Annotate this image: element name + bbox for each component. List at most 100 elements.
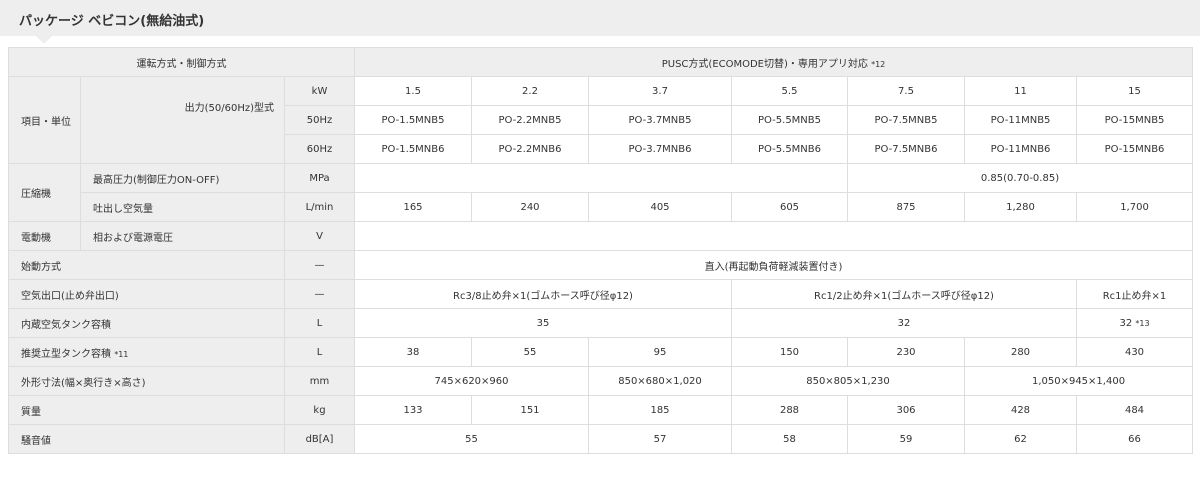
noise-cell: 62	[964, 424, 1077, 454]
max-pressure-unit: MPa	[284, 163, 355, 193]
tank-volume-cell: 32	[731, 308, 1077, 338]
noise-cell: 66	[1075, 424, 1194, 454]
row-drive-method: 運転方式・制御方式 PUSC方式(ECOMODE切替)・専用アプリ対応 *12	[8, 47, 1194, 77]
section-title: パッケージ ベビコン(無給油式)	[19, 14, 205, 29]
dimensions-unit: mm	[284, 366, 355, 396]
mass-cell: 306	[847, 395, 965, 425]
row-air-delivery: 吐出し空気量 L/min 165 240 405 605 875 1,280 1…	[9, 192, 1194, 222]
model-60hz-cell: PO-1.5MNB6	[354, 134, 472, 164]
air-delivery-cell: 165	[354, 192, 472, 222]
air-delivery-cell: 405	[588, 192, 732, 222]
tank-volume-label: 内蔵空気タンク容積	[8, 308, 285, 338]
recommended-tank-cell: 230	[847, 337, 965, 367]
model-60hz-cell: PO-5.5MNB6	[731, 134, 848, 164]
air-outlet-unit: —	[284, 279, 355, 309]
row-mass: 質量 kg 133 151 185 288 306 428 484	[8, 395, 1194, 425]
recommended-tank-label: 推奨立型タンク容積 *11	[8, 337, 285, 367]
unit-50hz: 50Hz	[284, 105, 355, 135]
noise-cell: 57	[588, 424, 732, 454]
model-50hz-cell: PO-1.5MNB5	[354, 105, 472, 135]
model-50hz-cell: PO-11MNB5	[964, 105, 1077, 135]
unit-kw: kW	[284, 76, 355, 106]
recommended-tank-cell: 430	[1075, 337, 1194, 367]
model-60hz-cell: PO-15MNB6	[1075, 134, 1194, 164]
air-delivery-cell: 1,280	[964, 192, 1077, 222]
tank-volume-cell: 35	[354, 308, 732, 338]
model-50hz-cell: PO-5.5MNB5	[731, 105, 848, 135]
output-model-label: 出力(50/60Hz)型式	[80, 76, 285, 164]
drive-method-text: PUSC方式(ECOMODE切替)・専用アプリ対応	[661, 58, 868, 70]
kw-cell: 1.5	[354, 76, 472, 106]
motor-value	[353, 221, 1194, 251]
drive-method-value: PUSC方式(ECOMODE切替)・専用アプリ対応 *12	[353, 47, 1194, 77]
unit-60hz: 60Hz	[284, 134, 355, 164]
model-50hz-cell: PO-3.7MNB5	[588, 105, 732, 135]
max-pressure-value: 0.85(0.70-0.85)	[846, 163, 1194, 193]
mass-unit: kg	[284, 395, 355, 425]
model-50hz-cell: PO-7.5MNB5	[847, 105, 965, 135]
mass-cell: 185	[588, 395, 732, 425]
row-max-pressure: 圧縮機 最高圧力(制御圧力ON-OFF) MPa 0.85(0.70-0.85)	[8, 163, 1194, 222]
row-recommended-tank: 推奨立型タンク容積 *11 L 38 55 95 150 230 280 430	[8, 337, 1194, 367]
dimensions-cell: 1,050×945×1,400	[963, 366, 1194, 396]
model-50hz-cell: PO-15MNB5	[1075, 105, 1194, 135]
recommended-tank-unit: L	[284, 337, 355, 367]
noise-cell: 58	[731, 424, 848, 454]
motor-label: 電動機	[8, 221, 81, 251]
air-outlet-cell: Rc1/2止め弁×1(ゴムホース呼び径φ12)	[731, 279, 1077, 309]
tank-volume-cell-last: 32 *13	[1075, 308, 1194, 338]
air-delivery-cell: 240	[471, 192, 589, 222]
kw-cell: 11	[964, 76, 1077, 106]
model-60hz-cell: PO-2.2MNB6	[471, 134, 589, 164]
recommended-tank-cell: 55	[471, 337, 589, 367]
row-noise: 騒音値 dB[A] 55 57 58 59 62 66	[8, 424, 1194, 454]
row-tank-volume: 内蔵空気タンク容積 L 35 32 32 *13	[8, 308, 1194, 338]
spec-table: 運転方式・制御方式 PUSC方式(ECOMODE切替)・専用アプリ対応 *12 …	[8, 47, 1194, 454]
start-method-unit: —	[284, 250, 355, 280]
noise-cell: 55	[354, 424, 589, 454]
model-60hz-cell: PO-11MNB6	[964, 134, 1077, 164]
start-method-label: 始動方式	[8, 250, 285, 280]
kw-cell: 5.5	[731, 76, 848, 106]
mass-cell: 288	[731, 395, 848, 425]
item-unit-label: 項目・単位	[8, 76, 81, 164]
row-air-outlet: 空気出口(止め弁出口) — Rc3/8止め弁×1(ゴムホース呼び径φ12) Rc…	[8, 279, 1194, 309]
start-method-value: 直入(再起動負荷軽減装置付き)	[353, 250, 1194, 280]
recommended-tank-text: 推奨立型タンク容積	[21, 348, 111, 360]
motor-unit: V	[284, 221, 355, 251]
drive-method-label: 運転方式・制御方式	[8, 47, 355, 77]
air-outlet-cell: Rc3/8止め弁×1(ゴムホース呼び径φ12)	[354, 279, 732, 309]
recommended-tank-cell: 38	[354, 337, 472, 367]
air-delivery-label: 吐出し空気量	[80, 192, 285, 222]
kw-cell: 3.7	[588, 76, 732, 106]
row-dimensions: 外形寸法(幅×奥行き×高さ) mm 745×620×960 850×680×1,…	[8, 366, 1194, 396]
compressor-label: 圧縮機	[8, 163, 81, 222]
max-pressure-blank	[354, 163, 848, 193]
model-60hz-cell: PO-3.7MNB6	[588, 134, 732, 164]
mass-label: 質量	[8, 395, 285, 425]
row-kw: 項目・単位 出力(50/60Hz)型式 kW 1.5 2.2 3.7 5.5 7…	[8, 76, 1194, 164]
section-title-bar: パッケージ ベビコン(無給油式)	[0, 0, 1200, 36]
tank-volume-unit: L	[284, 308, 355, 338]
motor-voltage-label: 相および電源電圧	[80, 221, 285, 251]
air-delivery-cell: 1,700	[1075, 192, 1194, 222]
recommended-tank-cell: 95	[588, 337, 732, 367]
dimensions-cell: 745×620×960	[354, 366, 589, 396]
tank-volume-note: *13	[1135, 318, 1150, 328]
row-motor: 電動機 相および電源電圧 V	[8, 221, 1194, 251]
model-50hz-cell: PO-2.2MNB5	[471, 105, 589, 135]
row-start-method: 始動方式 — 直入(再起動負荷軽減装置付き)	[8, 250, 1194, 280]
max-pressure-label: 最高圧力(制御圧力ON-OFF)	[80, 163, 285, 193]
model-60hz-cell: PO-7.5MNB6	[847, 134, 965, 164]
title-notch	[36, 36, 52, 44]
mass-cell: 484	[1075, 395, 1194, 425]
mass-cell: 151	[471, 395, 589, 425]
mass-cell: 428	[964, 395, 1077, 425]
air-delivery-cell: 605	[731, 192, 848, 222]
air-delivery-cell: 875	[847, 192, 965, 222]
air-outlet-label: 空気出口(止め弁出口)	[8, 279, 285, 309]
recommended-tank-cell: 150	[731, 337, 848, 367]
dimensions-label: 外形寸法(幅×奥行き×高さ)	[8, 366, 285, 396]
noise-label: 騒音値	[8, 424, 285, 454]
mass-cell: 133	[354, 395, 472, 425]
